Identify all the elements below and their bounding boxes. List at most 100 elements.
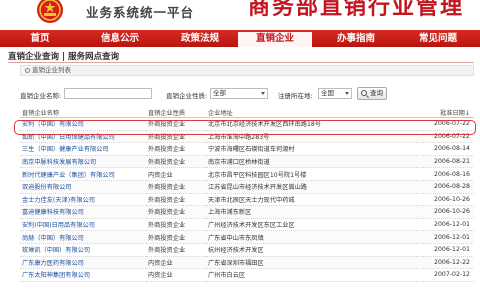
search-button[interactable]: 查询 [357, 87, 387, 100]
nav-guide[interactable]: 办事指南 [320, 30, 392, 47]
enterprise-link[interactable]: 尚赫（中国）有限公司 [22, 235, 84, 242]
main-nav: 首页 信息公示 政策法规 直销企业 办事指南 常见问题 [0, 30, 480, 47]
table-row[interactable]: 如新（中国）日用保健品有限公司 外商投资企业 上海市淮海中路283号 2006-07-… [20, 130, 474, 144]
enterprise-address: 杭州经济技术开发区 [206, 243, 416, 257]
table-row[interactable]: 安利（中国）有限公司 外商投资企业 北京市北京经济技术开发区西环南路18号 2006-… [20, 117, 474, 131]
enterprise-type: 外商投资企业 [146, 230, 206, 244]
table-row[interactable]: 富迪健康科技有限公司 外商投资企业 上海市浦东新区 2006-10-26 [20, 205, 474, 219]
enterprise-type-select[interactable]: 全部 [210, 88, 268, 99]
enterprise-type: 外商投资企业 [146, 193, 206, 207]
approval-date: 2006-12-22 [416, 256, 474, 270]
table-header-row: 直销企业名称 直销企业性质 企业地址 批准日期↓ [20, 108, 474, 118]
enterprise-address: 天津市北辰区天士力现代中药城 [206, 193, 416, 207]
enterprise-link[interactable]: 三生（中国）健康产业有限公司 [22, 146, 109, 153]
table-row[interactable]: 双迪股份有限公司 外商投资企业 江苏省昆山市经济技术开发区嵩山路 2006-08-28 [20, 180, 474, 194]
approval-date: 2006-08-21 [416, 155, 474, 169]
enterprise-name-input[interactable] [64, 88, 152, 99]
enterprise-type: 外商投资企业 [146, 218, 206, 232]
bullet-icon [25, 68, 30, 73]
region-select-value: 全国 [321, 89, 334, 97]
enterprise-type: 外商投资企业 [146, 142, 206, 156]
enterprise-type: 外商投资企业 [146, 155, 206, 169]
enterprise-type: 外商投资企业 [146, 243, 206, 257]
approval-date: 2006-10-26 [416, 193, 474, 207]
col-header-approval-date[interactable]: 批准日期↓ [416, 108, 474, 118]
approval-date: 2007-02-12 [416, 268, 474, 282]
table-row[interactable]: 尚赫（中国）有限公司 外商投资企业 广东省中山市东凤镇 2006-12-01 [20, 230, 474, 244]
col-header-name[interactable]: 直销企业名称 [20, 108, 146, 118]
enterprise-type: 内资企业 [146, 167, 206, 181]
table-row[interactable]: 新时代健康产业（集团）有限公司 内资企业 北京市昌平区科技园区10号院1号楼 2006… [20, 167, 474, 181]
approval-date: 2006-08-28 [416, 180, 474, 194]
approval-date: 2006-07-22 [416, 117, 474, 131]
enterprise-address: 广州市白云区 [206, 268, 416, 282]
col-header-type[interactable]: 直销企业性质 [146, 108, 206, 118]
enterprise-link[interactable]: 金士力佳友(天津)有限公司 [22, 197, 95, 204]
enterprise-type: 外商投资企业 [146, 130, 206, 144]
enterprise-link[interactable]: 安利（中国）有限公司 [22, 121, 84, 128]
search-button-label: 查询 [370, 89, 383, 97]
enterprise-link[interactable]: 玫琳凯（中国）有限公司 [22, 247, 90, 254]
approval-date: 2006-10-26 [416, 205, 474, 219]
enterprise-link[interactable]: 富迪健康科技有限公司 [22, 209, 84, 216]
section-title: 直销企业查询 | 服务网点查询 [8, 52, 120, 62]
approval-date: 2006-12-01 [416, 218, 474, 232]
nav-home[interactable]: 首页 [10, 30, 70, 47]
enterprise-address: 南京市浦口区桥林街道 [206, 155, 416, 169]
enterprise-type: 内资企业 [146, 268, 206, 282]
enterprise-type: 外商投资企业 [146, 205, 206, 219]
enterprise-type: 外商投资企业 [146, 180, 206, 194]
type-select-value: 全部 [213, 89, 226, 97]
enterprise-link[interactable]: 新时代健康产业（集团）有限公司 [22, 172, 115, 179]
table-row[interactable]: 玫琳凯（中国）有限公司 外商投资企业 杭州经济技术开发区 2006-12-01 [20, 243, 474, 257]
table-row[interactable]: 三生（中国）健康产业有限公司 外商投资企业 宁波市海曙区石碶街道车何渡村 2006-0… [20, 142, 474, 156]
chevron-down-icon [345, 92, 349, 95]
enterprise-address: 广东省深圳市福田区 [206, 256, 416, 270]
enterprise-address: 宁波市海曙区石碶街道车何渡村 [206, 142, 416, 156]
breadcrumb: 直销企业列表 [20, 65, 474, 76]
col-header-address[interactable]: 企业地址 [206, 108, 416, 118]
enterprise-address: 北京市北京经济技术开发区西环南路18号 [206, 117, 416, 131]
national-emblem-icon [37, 0, 63, 23]
enterprise-type: 外商投资企业 [146, 117, 206, 131]
approval-date: 2006-08-16 [416, 167, 474, 181]
region-select[interactable]: 全国 [318, 88, 352, 99]
nav-faq[interactable]: 常见问题 [398, 30, 478, 47]
region-label: 注册所在地: [278, 92, 313, 100]
nav-info-disclosure[interactable]: 信息公示 [80, 30, 160, 47]
search-icon [361, 90, 367, 96]
enterprise-link[interactable]: 南京中脉科技发展有限公司 [22, 159, 96, 166]
enterprise-link[interactable]: 安利(中国)日用品有限公司 [22, 222, 95, 229]
section-divider [8, 62, 474, 63]
enterprise-address: 上海市浦东新区 [206, 205, 416, 219]
enterprise-table: 直销企业名称 直销企业性质 企业地址 批准日期↓ 安利（中国）有限公司外商投资企… [20, 108, 474, 282]
enterprise-link[interactable]: 广东康力医药有限公司 [22, 260, 84, 267]
table-row[interactable]: 广东康力医药有限公司 内资企业 广东省深圳市福田区 2006-12-22 [20, 256, 474, 270]
approval-date: 2006-07-22 [416, 130, 474, 144]
site-title: 商务部直销行业管理 [248, 0, 465, 20]
enterprise-type: 内资企业 [146, 256, 206, 270]
approval-date: 2006-12-01 [416, 230, 474, 244]
nav-policy[interactable]: 政策法规 [160, 30, 240, 47]
enterprise-address: 江苏省昆山市经济技术开发区嵩山路 [206, 180, 416, 194]
enterprise-link[interactable]: 广东太阳神集团有限公司 [22, 272, 90, 279]
enterprise-address: 广东省中山市东凤镇 [206, 230, 416, 244]
table-row[interactable]: 广东太阳神集团有限公司 内资企业 广州市白云区 2007-02-12 [20, 268, 474, 282]
name-label: 直销企业名称: [20, 92, 62, 100]
site-subtitle: 业务系统统一平台 [86, 5, 195, 20]
enterprise-address: 北京市昌平区科技园区10号院1号楼 [206, 167, 416, 181]
approval-date: 2006-08-14 [416, 142, 474, 156]
nav-direct-sales-enterprises[interactable]: 直销企业 [238, 30, 312, 47]
search-form: 直销企业名称: 直销企业性质: 全部 注册所在地: 全国 查询 [20, 87, 474, 101]
approval-date: 2006-12-01 [416, 243, 474, 257]
enterprise-link[interactable]: 双迪股份有限公司 [22, 184, 72, 191]
table-row[interactable]: 南京中脉科技发展有限公司 外商投资企业 南京市浦口区桥林街道 2006-08-21 [20, 155, 474, 169]
enterprise-link[interactable]: 如新（中国）日用保健品有限公司 [22, 134, 115, 141]
site-header: 业务系统统一平台 商务部直销行业管理 [0, 0, 480, 30]
type-label: 直销企业性质: [166, 92, 208, 100]
breadcrumb-label: 直销企业列表 [32, 66, 71, 74]
enterprise-address: 广州经济技术开发区东区工业区 [206, 218, 416, 232]
enterprise-address: 上海市淮海中路283号 [206, 130, 416, 144]
table-row[interactable]: 安利(中国)日用品有限公司 外商投资企业 广州经济技术开发区东区工业区 2006-12… [20, 218, 474, 232]
table-row[interactable]: 金士力佳友(天津)有限公司 外商投资企业 天津市北辰区天士力现代中药城 2006-10… [20, 193, 474, 207]
